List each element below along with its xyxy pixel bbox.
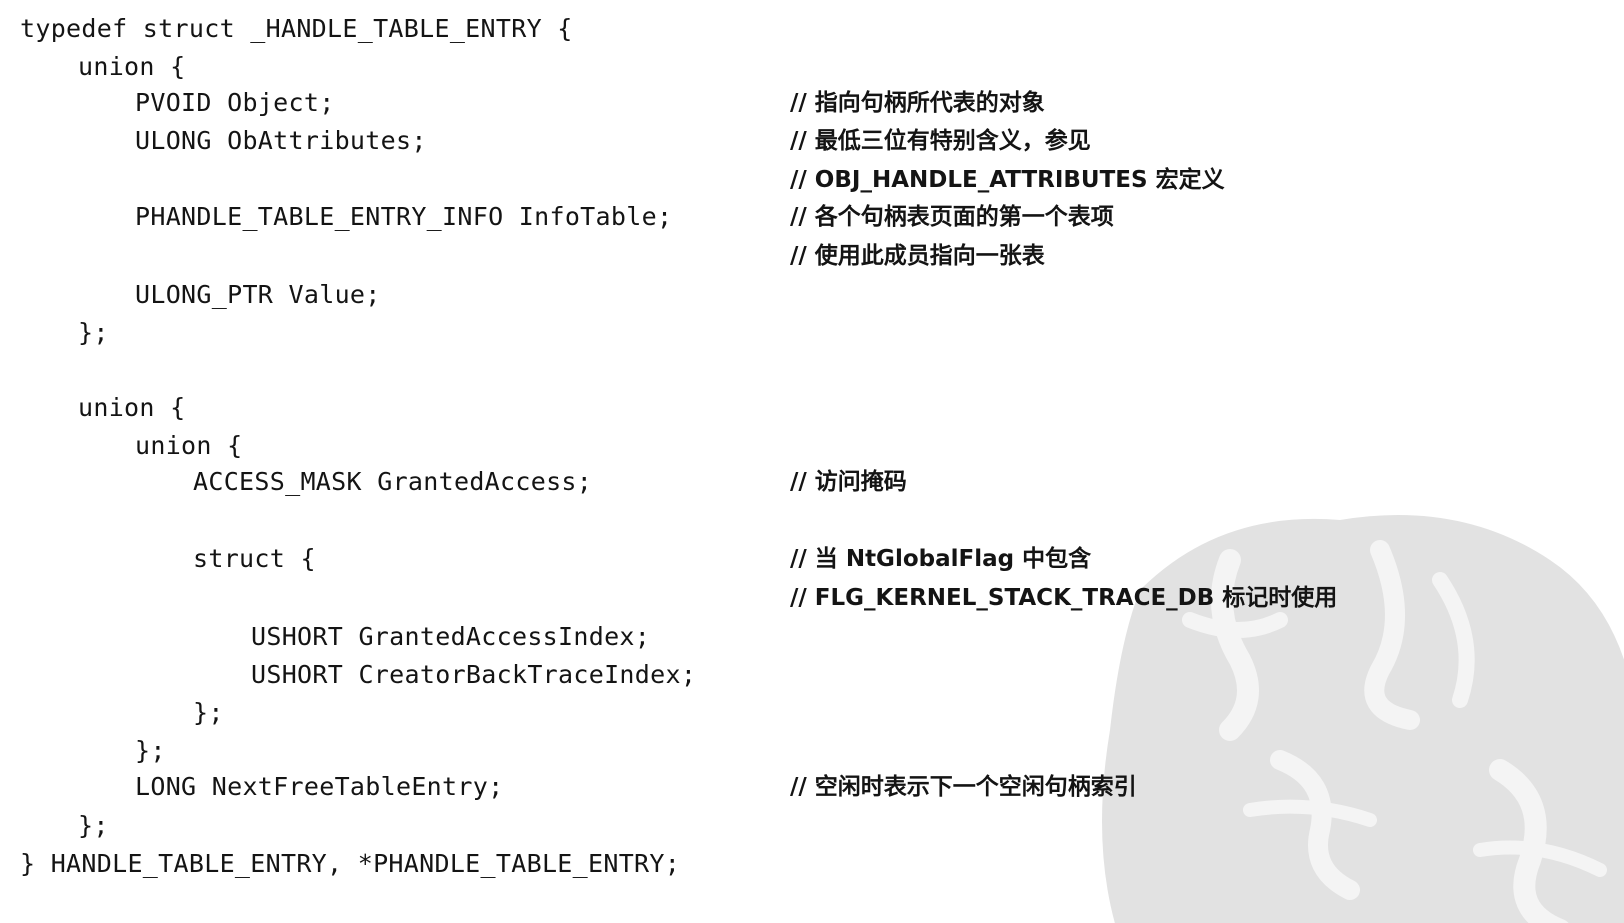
code-line-struct-open: typedef struct _HANDLE_TABLE_ENTRY {: [20, 14, 573, 43]
code-line-struct-close: } HANDLE_TABLE_ENTRY, *PHANDLE_TABLE_ENT…: [20, 849, 681, 878]
code-line-grantedaccessindex: USHORT GrantedAccessIndex;: [251, 622, 651, 651]
code-line-union2-close: };: [78, 811, 109, 840]
code-line-value: ULONG_PTR Value;: [135, 280, 381, 309]
comment-nextfreetableentry: // 空闲时表示下一个空闲句柄索引: [790, 774, 1137, 800]
code-line-struct-inner-close: };: [193, 698, 224, 727]
code-line-grantedaccess: ACCESS_MASK GrantedAccess;: [193, 467, 593, 496]
code-listing-page: typedef struct _HANDLE_TABLE_ENTRY { uni…: [0, 0, 1624, 923]
code-line-union2-open: union {: [78, 393, 186, 422]
code-line-object: PVOID Object;: [135, 88, 335, 117]
comment-infotable: // 各个句柄表页面的第一个表项: [790, 204, 1114, 230]
code-line-obattributes: ULONG ObAttributes;: [135, 126, 427, 155]
code-line-union-close: };: [78, 318, 109, 347]
comment-struct-cont: // FLG_KERNEL_STACK_TRACE_DB 标记时使用: [790, 585, 1338, 611]
code-line-inner-union-open: union {: [135, 431, 243, 460]
code-line-infotable: PHANDLE_TABLE_ENTRY_INFO InfoTable;: [135, 202, 673, 231]
comment-obattributes: // 最低三位有特别含义，参见: [790, 128, 1091, 154]
code-line-nextfreetableentry: LONG NextFreeTableEntry;: [135, 772, 504, 801]
code-line-union-open: union {: [78, 52, 186, 81]
calligraphy-watermark-icon: [1102, 515, 1624, 923]
comment-grantedaccess: // 访问掩码: [790, 469, 907, 495]
code-line-struct-inner-open: struct {: [193, 544, 316, 573]
comment-struct: // 当 NtGlobalFlag 中包含: [790, 546, 1092, 572]
comment-obattributes-cont: // OBJ_HANDLE_ATTRIBUTES 宏定义: [790, 167, 1225, 193]
comment-object: // 指向句柄所代表的对象: [790, 90, 1045, 116]
code-line-creatorbacktraceindex: USHORT CreatorBackTraceIndex;: [251, 660, 697, 689]
code-line-inner-union-close: };: [135, 736, 166, 765]
comment-infotable-cont: // 使用此成员指向一张表: [790, 243, 1045, 269]
